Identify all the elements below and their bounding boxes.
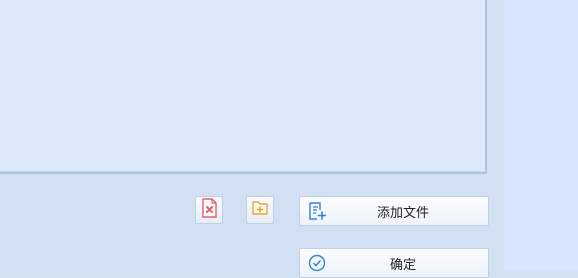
add-file-icon [302,197,332,225]
right-background-strip [504,0,578,271]
delete-file-icon [200,198,218,222]
check-circle-icon [302,249,332,277]
new-folder-icon [251,199,269,221]
new-folder-button[interactable] [246,196,274,224]
dialog-panel: 添加文件 确定 [0,0,504,278]
add-files-button[interactable]: 添加文件 [299,196,489,226]
delete-file-button[interactable] [195,196,223,224]
file-list-area[interactable] [0,0,487,174]
confirm-button[interactable]: 确定 [299,248,489,278]
confirm-label: 确定 [389,257,416,273]
add-files-label: 添加文件 [376,205,429,221]
